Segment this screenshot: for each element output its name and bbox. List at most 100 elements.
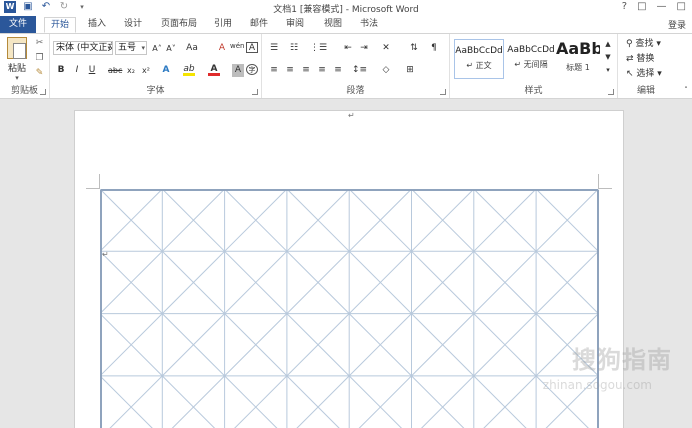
underline-button[interactable]: U [86, 64, 98, 77]
font-launcher-icon[interactable] [252, 89, 258, 95]
minimize-icon[interactable]: — [657, 1, 667, 12]
sign-in-link[interactable]: 登录 [668, 18, 686, 31]
font-name-combo[interactable]: 宋体 (中文正文)▾ [53, 41, 113, 55]
format-painter-icon[interactable]: ✎ [34, 68, 45, 78]
justify-icon[interactable]: ≡ [316, 64, 328, 77]
replace-button[interactable]: ⇄ 替换 [626, 53, 654, 66]
font-group: 宋体 (中文正文)▾ 五号▾ A˄ A˅ Aa A wén A B I U ab… [50, 34, 262, 98]
phonetic-guide-button[interactable]: wén [230, 40, 244, 53]
tab-calligraphy[interactable]: 书法 [356, 17, 382, 33]
grow-font-button[interactable]: A˄ [151, 42, 163, 55]
align-center-icon[interactable]: ≡ [284, 64, 296, 77]
styles-scroll-down-icon[interactable]: ▼ [602, 51, 614, 64]
paste-dropdown-icon[interactable]: ▾ [6, 74, 28, 82]
editing-group-label: 编辑 [636, 86, 655, 96]
tab-review[interactable]: 审阅 [282, 17, 308, 33]
window-title: 文档1 [兼容模式] - Microsoft Word [273, 5, 419, 15]
subscript-button[interactable]: x₂ [125, 64, 137, 77]
window-controls: ? □ — □ [622, 1, 686, 12]
crop-mark [86, 188, 100, 189]
paste-label: 粘贴 [7, 64, 26, 74]
chevron-down-icon: ▾ [141, 44, 145, 52]
grid-diagonal [171, 375, 225, 428]
enclose-char-button[interactable]: 字 [246, 64, 258, 75]
tab-references[interactable]: 引用 [210, 17, 236, 33]
paste-button[interactable]: 粘贴 ▾ [6, 37, 28, 82]
change-case-button[interactable]: Aa [186, 42, 198, 55]
help-icon[interactable]: ? [622, 1, 627, 12]
distributed-icon[interactable]: ≡ [332, 64, 344, 77]
sort-icon[interactable]: ⇅ [408, 42, 420, 55]
styles-group: AaBbCcDd ↵ 正文 AaBbCcDd ↵ 无间隔 AaBb 标题 1 ▲… [450, 34, 618, 98]
italic-button[interactable]: I [71, 64, 83, 77]
styles-more-icon[interactable]: ▾ [602, 64, 614, 77]
style-name: 标题 1 [566, 63, 590, 72]
find-button[interactable]: ⚲ 查找 ▾ [626, 38, 661, 51]
tab-view[interactable]: 视图 [320, 17, 346, 33]
multilevel-list-icon[interactable]: ⋮☰ [310, 42, 327, 55]
crop-mark [99, 174, 100, 188]
font-size-value: 五号 [118, 43, 137, 53]
grid-diagonal [483, 375, 537, 428]
ribbon-display-icon[interactable]: □ [637, 1, 646, 12]
increase-indent-icon[interactable]: ⇥ [358, 42, 370, 55]
bold-button[interactable]: B [55, 64, 67, 77]
font-group-label: 字体 [146, 86, 165, 96]
style-name: ↵ 正文 [466, 61, 492, 70]
crop-mark [598, 188, 612, 189]
tab-file[interactable]: 文件 [0, 16, 36, 33]
highlight-button[interactable]: ab [183, 64, 195, 76]
copy-icon[interactable]: ❐ [34, 53, 45, 63]
clipboard-group: 粘贴 ▾ ✂ ❐ ✎ 剪贴板 [0, 34, 50, 98]
chinese-layout-icon[interactable]: ✕ [380, 42, 392, 55]
clipboard-launcher-icon[interactable] [40, 89, 46, 95]
collapse-ribbon-icon[interactable]: ˄ [680, 84, 692, 97]
tab-design[interactable]: 设计 [120, 17, 146, 33]
bullets-icon[interactable]: ☰ [268, 42, 280, 55]
align-right-icon[interactable]: ≡ [300, 64, 312, 77]
font-name-value: 宋体 (中文正文) [56, 43, 112, 53]
styles-group-label: 样式 [524, 86, 543, 96]
decrease-indent-icon[interactable]: ⇤ [342, 42, 354, 55]
text-effects-button[interactable]: A [160, 64, 172, 77]
style-no-spacing[interactable]: AaBbCcDd ↵ 无间隔 [506, 39, 556, 79]
title-bar: W ▣ ↶ ↻ ▾ 文档1 [兼容模式] - Microsoft Word ? … [0, 0, 692, 15]
paragraph-launcher-icon[interactable] [440, 89, 446, 95]
restore-icon[interactable]: □ [677, 1, 686, 12]
tab-mailings[interactable]: 邮件 [246, 17, 272, 33]
font-color-button[interactable]: A [208, 64, 220, 76]
clear-format-button[interactable]: A [216, 42, 228, 55]
superscript-button[interactable]: x² [140, 64, 152, 77]
select-button[interactable]: ↖ 选择 ▾ [626, 68, 662, 81]
style-normal[interactable]: AaBbCcDd ↵ 正文 [454, 39, 504, 79]
crop-mark [598, 174, 599, 188]
numbering-icon[interactable]: ☷ [288, 42, 300, 55]
char-shading-button[interactable]: A [232, 64, 244, 77]
tab-page-layout[interactable]: 页面布局 [156, 17, 202, 33]
align-left-icon[interactable]: ≡ [268, 64, 280, 77]
cut-icon[interactable]: ✂ [34, 38, 45, 48]
borders-icon[interactable]: ⊞ [404, 64, 416, 77]
strikethrough-button[interactable]: abc [108, 64, 122, 77]
font-size-combo[interactable]: 五号 ▾ [115, 41, 147, 55]
styles-launcher-icon[interactable] [608, 89, 614, 95]
style-sample: AaBbCcDd [507, 45, 555, 55]
tab-home[interactable]: 开始 [44, 17, 76, 33]
shading-icon[interactable]: ◇ [380, 64, 392, 77]
style-heading-1[interactable]: AaBb 标题 1 [556, 39, 600, 79]
shrink-font-button[interactable]: A˅ [165, 42, 177, 55]
find-label: 查找 [635, 39, 654, 49]
char-border-button[interactable]: A [246, 42, 258, 53]
show-marks-icon[interactable]: ¶ [428, 42, 440, 55]
chevron-down-icon: ▾ [107, 44, 111, 52]
grid-diagonal [348, 375, 403, 428]
paragraph-group-label: 段落 [346, 86, 365, 96]
styles-scroll-up-icon[interactable]: ▲ [602, 38, 614, 51]
line-spacing-icon[interactable]: ↕≡ [352, 64, 367, 77]
editing-group: ⚲ 查找 ▾ ⇄ 替换 ↖ 选择 ▾ 编辑 [618, 34, 674, 98]
grid-diagonal [100, 375, 153, 428]
tab-insert[interactable]: 插入 [84, 17, 110, 33]
style-sample: AaBbCcDd [455, 46, 503, 56]
paragraph-mark: ↵ [102, 250, 109, 259]
clipboard-icon [7, 37, 27, 59]
